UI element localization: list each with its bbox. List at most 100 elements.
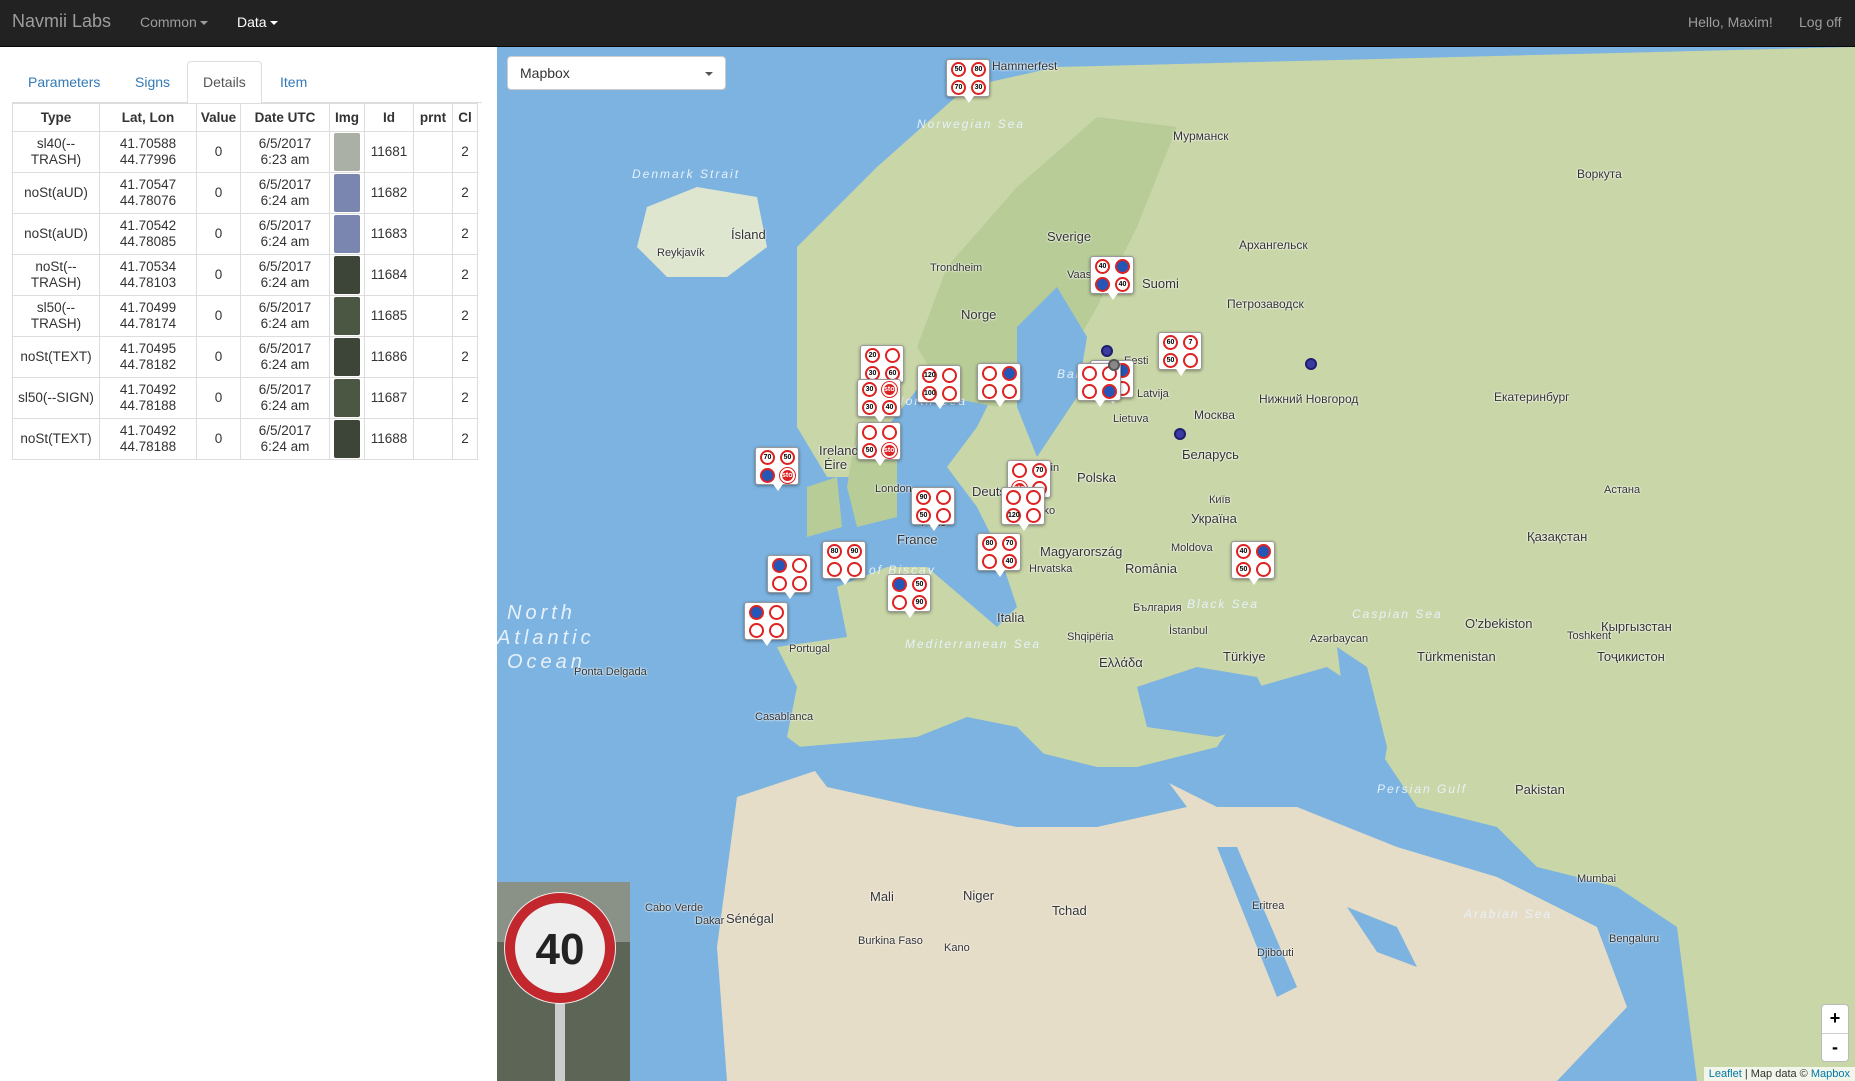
map-label-azerbaycan: Azərbaycan	[1310, 633, 1369, 645]
tab-signs[interactable]: Signs	[119, 61, 186, 103]
tab-parameters[interactable]: Parameters	[12, 61, 116, 103]
table-row[interactable]: sl40(--TRASH) 41.70588 44.77996 0 6/5/2017 6:…	[12, 131, 478, 173]
col-latlon[interactable]: Lat, Lon	[99, 103, 197, 132]
id-cell: 11684	[364, 254, 414, 296]
col-type[interactable]: Type	[12, 103, 100, 132]
sign-cluster-marker[interactable]: 120 100	[917, 365, 961, 409]
col-value[interactable]: Value	[196, 103, 241, 132]
map-label-ireland: Ireland	[819, 443, 859, 458]
img-cell	[329, 418, 365, 460]
cl-cell: 2	[452, 295, 478, 337]
date-cell: 6/5/2017 6:24 am	[240, 336, 330, 378]
map-label-eire: Éire	[824, 457, 848, 472]
speed-limit-icon: 70	[951, 80, 966, 95]
no-stopping-icon[interactable]	[334, 338, 360, 376]
user-greeting[interactable]: Hello, Maxim!	[1688, 14, 1773, 30]
map-label-kazakhstan: Қазақстан	[1527, 529, 1588, 544]
speed-limit-icon	[936, 490, 951, 505]
col-cl[interactable]: Cl	[452, 103, 478, 132]
speed-limit-icon	[1002, 384, 1017, 399]
no-stopping-icon[interactable]	[334, 256, 360, 294]
latlon-cell: 41.70492 44.78188	[99, 418, 197, 460]
table-row[interactable]: sl50(--SIGN) 41.70492 44.78188 0 6/5/2017 6:2…	[12, 377, 478, 419]
tab-item[interactable]: Item	[264, 61, 323, 103]
col-img[interactable]: Img	[329, 103, 365, 132]
map-label-france: France	[897, 532, 938, 547]
menu-common[interactable]: Common	[140, 14, 208, 30]
map-label-istanbul: İstanbul	[1169, 625, 1208, 637]
sign-cluster-marker[interactable]: 50 90	[887, 574, 931, 618]
sign-cluster-marker[interactable]: 60 7 50	[1158, 332, 1202, 376]
speed-limit-icon	[862, 425, 877, 440]
brand-logo[interactable]: Navmii Labs	[12, 11, 111, 32]
chevron-down-icon	[199, 21, 208, 26]
cl-cell: 2	[452, 377, 478, 419]
sign-cluster-marker[interactable]: 30 stop 30 40	[857, 379, 901, 423]
sidebar: Parameters Signs Details Item Type Lat, …	[0, 47, 497, 1081]
sign-cluster-marker[interactable]: 80 70 40	[977, 533, 1021, 577]
basemap-select[interactable]: Mapbox	[507, 56, 726, 90]
table-row[interactable]: noSt(TEXT) 41.70492 44.78188 0 6/5/2017 6:24 …	[12, 418, 478, 460]
col-id[interactable]: Id	[364, 103, 414, 132]
speed-limit-icon	[772, 576, 787, 591]
no-stopping-icon[interactable]	[334, 174, 360, 212]
zoom-out-button[interactable]: -	[1822, 1033, 1848, 1061]
map-point[interactable]	[1305, 358, 1317, 370]
col-prnt[interactable]: prnt	[413, 103, 453, 132]
map-label-portugal: Portugal	[789, 643, 830, 655]
date-cell: 6/5/2017 6:24 am	[240, 418, 330, 460]
map-label-norge: Norge	[961, 307, 997, 322]
leaflet-link[interactable]: Leaflet	[1709, 1068, 1742, 1080]
speed-limit-icon: 40	[1095, 259, 1110, 274]
sign-cluster-marker[interactable]	[977, 363, 1021, 407]
map-label-djibouti: Djibouti	[1257, 947, 1294, 959]
col-date[interactable]: Date UTC	[240, 103, 330, 132]
sign-50-icon[interactable]	[334, 297, 360, 335]
sign-image-preview: 40	[497, 882, 630, 1081]
sign-50-icon[interactable]	[334, 379, 360, 417]
map-point[interactable]	[1101, 345, 1113, 357]
map-view[interactable]: Mapbox Hammerfest Мурманск Воркута Ísland Re…	[497, 47, 1855, 1081]
prnt-cell	[413, 254, 453, 296]
sign-cluster-marker[interactable]: 20 30 60	[860, 345, 904, 389]
map-label-kyrgyzstan: Кыргызстан	[1601, 619, 1672, 634]
tab-details[interactable]: Details	[187, 61, 262, 104]
logoff-link[interactable]: Log off	[1799, 14, 1842, 30]
zoom-in-button[interactable]: +	[1822, 1005, 1848, 1033]
speed-limit-icon	[942, 368, 957, 383]
chevron-down-icon	[269, 21, 278, 26]
speed-limit-icon: 50	[916, 508, 931, 523]
map-attribution: Leaflet | Map data © Mapbox	[1703, 1067, 1855, 1081]
map-point[interactable]	[1174, 428, 1186, 440]
map-point[interactable]	[1108, 359, 1120, 371]
speed-limit-icon: 50	[1236, 562, 1251, 577]
no-stopping-icon[interactable]	[334, 215, 360, 253]
speed-limit-icon	[827, 562, 842, 577]
sign-cluster-marker[interactable]: 50 stop	[857, 422, 901, 466]
sign-cluster-marker[interactable]: 80 90	[822, 541, 866, 585]
speed-limit-icon	[1026, 508, 1041, 523]
menu-data[interactable]: Data	[237, 14, 278, 30]
mapbox-link[interactable]: Mapbox	[1811, 1068, 1850, 1080]
map-label-mediterranean: Mediterranean Sea	[905, 637, 1042, 651]
sign-cluster-marker[interactable]: 70 50 stop	[755, 447, 799, 491]
sign-cluster-marker[interactable]: 40 40	[1090, 256, 1134, 300]
no-stopping-icon[interactable]	[334, 420, 360, 458]
menu-common-label: Common	[140, 14, 197, 30]
table-row[interactable]: noSt(--TRASH) 41.70534 44.78103 0 6/5/2017 6:…	[12, 254, 478, 296]
sign-cluster-marker[interactable]	[744, 602, 788, 646]
sign-cluster-marker[interactable]: 40 50	[1231, 541, 1275, 585]
speed-limit-icon: 50	[951, 62, 966, 77]
sign-cluster-marker[interactable]: 90 50	[911, 487, 955, 531]
sign-cluster-marker[interactable]: 120	[1001, 487, 1045, 531]
table-row[interactable]: noSt(aUD) 41.70542 44.78085 0 6/5/2017 6:24 a…	[12, 213, 478, 255]
no-stopping-icon	[749, 605, 764, 620]
sign-cluster-marker[interactable]: 50 80 70 30	[946, 59, 990, 103]
table-row[interactable]: noSt(TEXT) 41.70495 44.78182 0 6/5/2017 6:24 …	[12, 336, 478, 378]
speed-limit-icon: 90	[847, 544, 862, 559]
value-cell: 0	[196, 336, 241, 378]
table-row[interactable]: sl50(--TRASH) 41.70499 44.78174 0 6/5/2017 6:…	[12, 295, 478, 337]
table-row[interactable]: noSt(aUD) 41.70547 44.78076 0 6/5/2017 6:24 a…	[12, 172, 478, 214]
sign-cluster-marker[interactable]	[767, 555, 811, 599]
sign-40-icon[interactable]	[334, 133, 360, 171]
